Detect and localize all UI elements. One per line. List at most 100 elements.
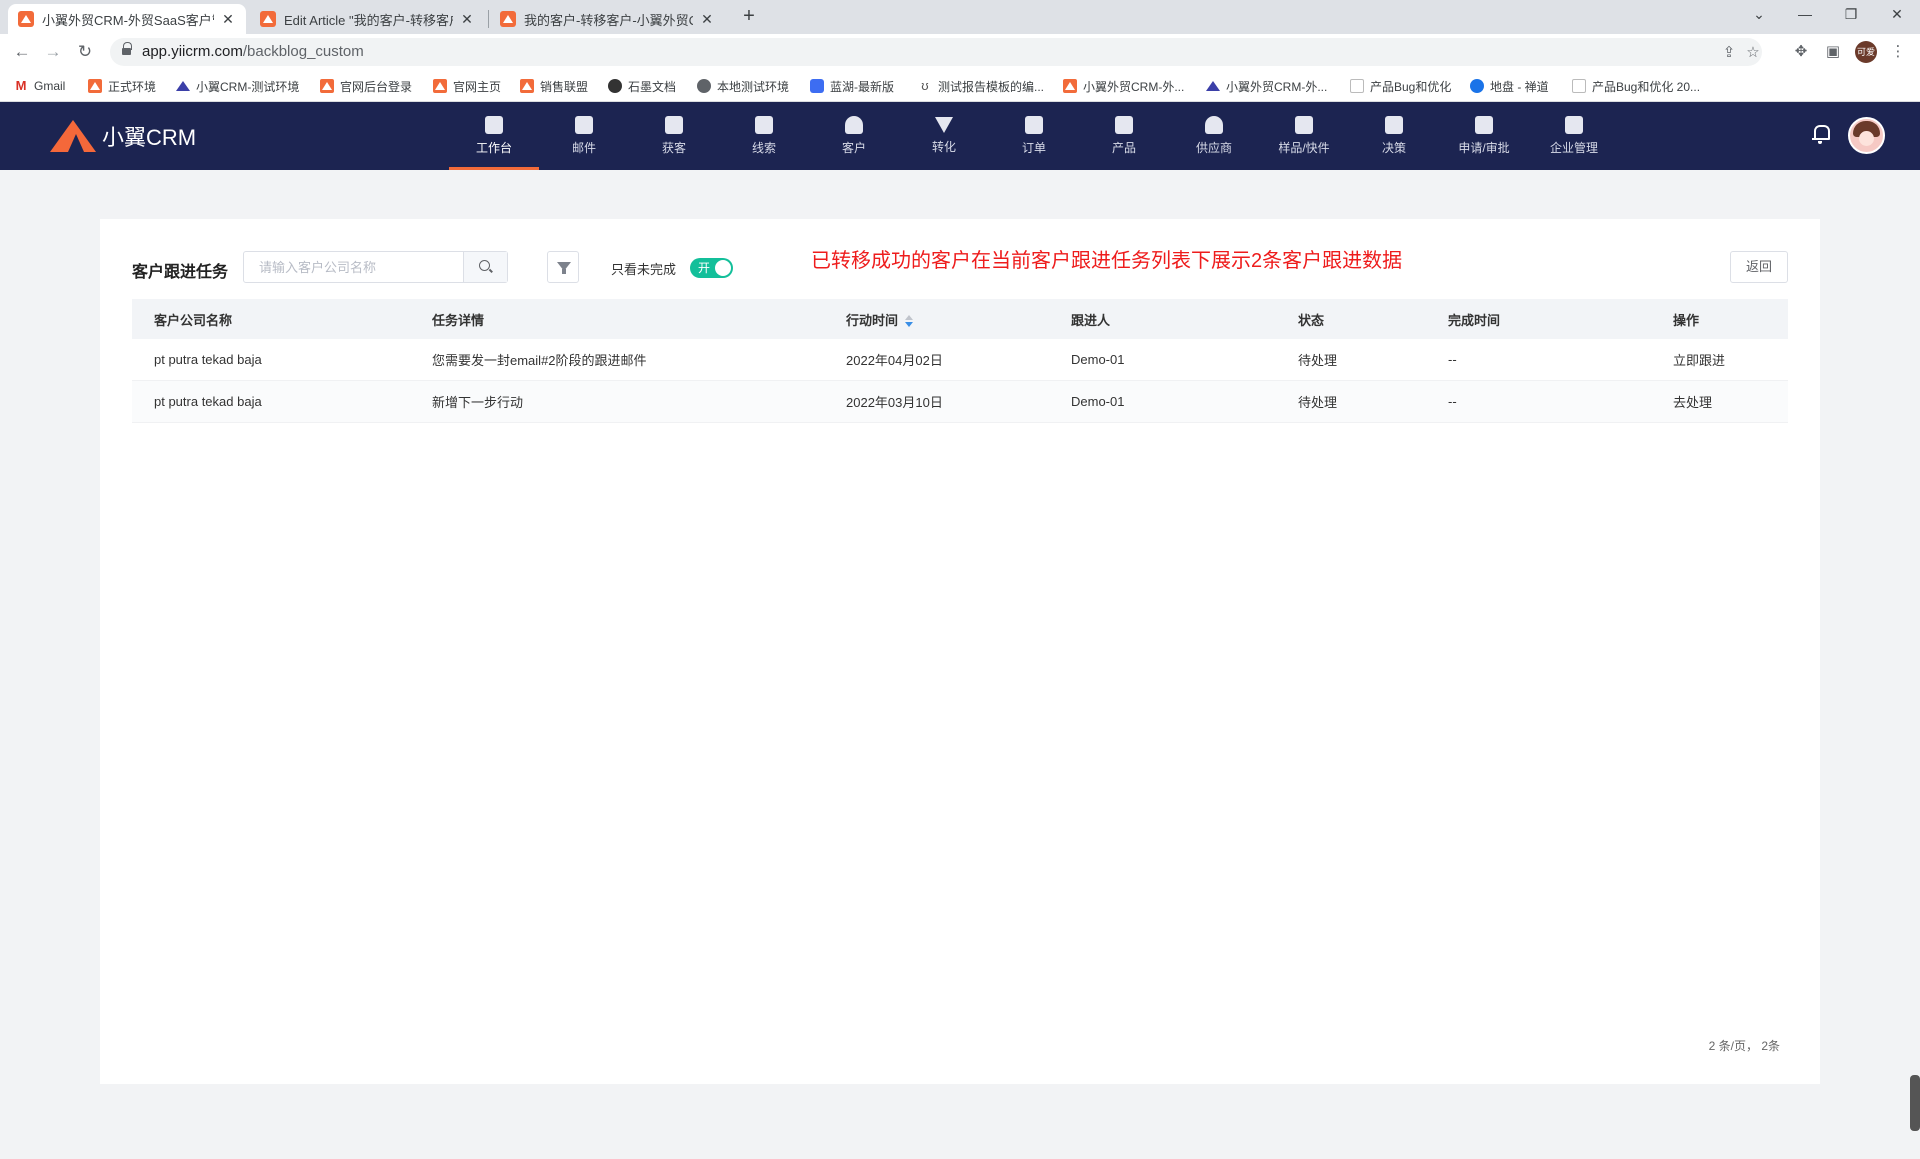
approval-icon	[1475, 116, 1493, 134]
bookmark-item[interactable]: 销售联盟	[520, 76, 588, 96]
bookmark-label: 地盘 - 禅道	[1490, 79, 1549, 94]
nav-conversion[interactable]: 转化	[899, 102, 989, 170]
tab-search-icon[interactable]: ⌄	[1736, 0, 1782, 30]
reload-icon[interactable]: ↻	[73, 40, 97, 64]
minimize-icon[interactable]: —	[1782, 0, 1828, 30]
zentao-icon	[1470, 79, 1484, 93]
bookmark-item[interactable]: 小翼外贸CRM-外...	[1206, 76, 1327, 96]
sort-icon[interactable]	[905, 315, 914, 328]
bookmark-star-icon[interactable]: ☆	[1742, 42, 1764, 64]
nav-approval[interactable]: 申请/审批	[1439, 102, 1529, 170]
share-icon[interactable]: ⇪	[1718, 42, 1740, 64]
forward-arrow-icon[interactable]: →	[41, 40, 65, 64]
back-arrow-icon[interactable]: ←	[10, 40, 34, 64]
company-search	[243, 251, 508, 283]
bookmark-label: 本地测试环境	[717, 79, 790, 94]
nav-suppliers[interactable]: 供应商	[1169, 102, 1259, 170]
globe-icon	[697, 79, 711, 93]
search-input[interactable]	[244, 252, 464, 282]
nav-customer[interactable]: 客户	[809, 102, 899, 170]
nav-acquire[interactable]: 获客	[629, 102, 719, 170]
bookmark-label: 官网后台登录	[340, 79, 413, 94]
app-logo[interactable]: 小翼CRM	[50, 120, 196, 152]
bookmark-item[interactable]: 本地测试环境	[697, 76, 789, 96]
crm-icon	[88, 79, 102, 93]
bookmark-item[interactable]: 石墨文档	[608, 76, 676, 96]
extensions-icon[interactable]: ✥	[1789, 40, 1813, 64]
browser-tab-2[interactable]: Edit Article "我的客户-转移客户 ✕	[250, 4, 485, 34]
lock-icon[interactable]	[122, 42, 132, 57]
nav-label: 获客	[661, 141, 686, 155]
browser-menu-icon[interactable]: ⋮	[1886, 40, 1910, 64]
nav-products[interactable]: 产品	[1079, 102, 1169, 170]
column-header: 客户公司名称	[154, 312, 233, 328]
handle-link[interactable]: 去处理	[1673, 392, 1712, 411]
tab-title: Edit Article "我的客户-转移客户	[284, 12, 453, 28]
bookmark-item[interactable]: 小翼CRM-测试环境	[176, 76, 299, 96]
cell-time: 2022年03月10日	[846, 395, 943, 410]
close-tab-icon[interactable]: ✕	[699, 11, 715, 28]
crm-icon	[433, 79, 447, 93]
mail-icon	[575, 116, 593, 134]
notification-bell-icon[interactable]	[1812, 125, 1830, 144]
bookmark-label: 官网主页	[453, 79, 502, 94]
back-button[interactable]: 返回	[1730, 251, 1788, 283]
nav-samples[interactable]: 样品/快件	[1259, 102, 1349, 170]
nav-orders[interactable]: 订单	[989, 102, 1079, 170]
follow-up-link[interactable]: 立即跟进	[1673, 350, 1725, 369]
column-header: 操作	[1673, 312, 1700, 328]
column-header: 状态	[1298, 312, 1325, 328]
scroll-icon: ʊ	[921, 78, 929, 93]
close-window-icon[interactable]: ✕	[1874, 0, 1920, 30]
scroll-handle[interactable]	[1910, 1075, 1920, 1131]
bookmark-item[interactable]: 地盘 - 禅道	[1470, 76, 1549, 96]
browser-tab-1[interactable]: 小翼外贸CRM-外贸SaaS客户管理 ✕	[8, 4, 246, 34]
browser-tab-3[interactable]: 我的客户-转移客户-小翼外贸CRM ✕	[490, 4, 725, 34]
order-icon	[1025, 116, 1043, 134]
lead-icon	[755, 116, 773, 134]
url-bar[interactable]: app.yiicrm.com/backblog_custom ⇪ ☆	[110, 38, 1762, 66]
app-header: 小翼CRM 工作台 邮件 获客 线索 客户 转化 订单 产品 供应商 样品/快件…	[0, 102, 1920, 170]
nav-workbench[interactable]: 工作台	[449, 102, 539, 170]
column-header: 任务详情	[432, 312, 485, 328]
bookmark-item[interactable]: 蓝湖-最新版	[810, 76, 894, 96]
nav-enterprise[interactable]: 企业管理	[1529, 102, 1619, 170]
tab-title: 小翼外贸CRM-外贸SaaS客户管理	[42, 12, 214, 28]
nav-decision[interactable]: 决策	[1349, 102, 1439, 170]
side-panel-icon[interactable]: ▣	[1821, 40, 1845, 64]
crm-icon	[520, 79, 534, 93]
user-avatar[interactable]	[1848, 117, 1885, 154]
bookmark-label: 销售联盟	[540, 79, 589, 94]
shimo-icon	[608, 79, 622, 93]
search-icon[interactable]	[463, 252, 507, 282]
bookmark-item[interactable]: 官网后台登录	[320, 76, 412, 96]
bookmark-item[interactable]: ʊ 测试报告模板的编...	[918, 76, 1044, 96]
bookmark-item[interactable]: 官网主页	[433, 76, 501, 96]
nav-label: 客户	[841, 141, 866, 155]
bookmark-item[interactable]: 产品Bug和优化 20...	[1572, 76, 1700, 96]
nav-leads[interactable]: 线索	[719, 102, 809, 170]
logo-mark-icon	[50, 120, 96, 152]
bookmark-gmail[interactable]: M Gmail	[14, 76, 66, 96]
nav-mail[interactable]: 邮件	[539, 102, 629, 170]
cell-time: 2022年04月02日	[846, 353, 943, 368]
close-tab-icon[interactable]: ✕	[220, 11, 236, 28]
restore-icon[interactable]: ❐	[1828, 0, 1874, 30]
only-incomplete-toggle[interactable]: 开	[690, 258, 733, 278]
bookmark-item[interactable]: 正式环境	[88, 76, 156, 96]
profile-avatar[interactable]: 可爱	[1855, 41, 1877, 63]
url-path: /backblog_custom	[242, 43, 364, 60]
bookmark-item[interactable]: 小翼外贸CRM-外...	[1063, 76, 1184, 96]
close-tab-icon[interactable]: ✕	[459, 11, 475, 28]
triangle-icon	[176, 79, 190, 93]
new-tab-icon[interactable]: +	[738, 6, 760, 28]
funnel-icon	[935, 117, 953, 133]
nav-label: 决策	[1381, 141, 1406, 155]
workbench-icon	[485, 116, 503, 134]
column-header-sortable[interactable]: 行动时间	[846, 310, 914, 329]
crm-favicon-icon	[500, 11, 516, 27]
nav-label: 工作台	[475, 141, 512, 155]
bookmark-item[interactable]: 产品Bug和优化	[1350, 76, 1451, 96]
filter-button[interactable]	[547, 251, 579, 283]
browser-tab-bar: 小翼外贸CRM-外贸SaaS客户管理 ✕ Edit Article "我的客户-…	[0, 0, 1920, 34]
